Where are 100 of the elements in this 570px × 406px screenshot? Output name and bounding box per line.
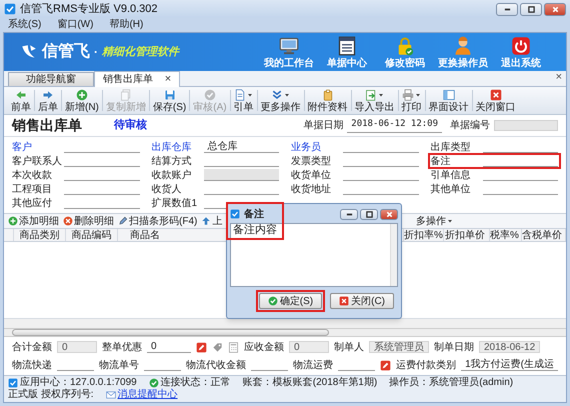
detail-toolbar-button[interactable]: 上 [201,214,222,228]
dialog-button[interactable]: 关闭(C) [330,293,394,309]
field-link[interactable]: 业务员 [291,140,343,154]
status-text: 连接状态：正常 [160,377,231,388]
document-icon [234,88,246,100]
mail-icon [106,390,116,400]
toolbar-button[interactable]: 保存(S) [150,87,190,114]
app-logo-icon [4,3,16,15]
input-field[interactable]: 0 [289,341,329,353]
app-logo-icon [230,209,240,219]
minimize-button[interactable] [496,2,518,16]
check-circle-icon [148,378,159,388]
close-tab-button[interactable]: × [164,74,172,85]
window-title: 信管飞RMS专业版 V9.0.302 [20,2,158,17]
date-field[interactable]: 2018-06-12 12:09 [347,118,442,133]
field-label: 引单信息 [430,168,472,182]
message-center-link[interactable]: 消息提醒中心 [118,389,178,401]
detail-toolbar-button[interactable]: 扫描条形码(F4) [118,214,198,228]
dialog-button[interactable]: 确定(S) [258,293,322,309]
input-field[interactable]: 0 [57,341,97,353]
tag-icon [212,342,223,352]
close-icon [386,210,392,218]
field-label: 单据编号 [450,118,490,133]
input-field[interactable]: 2018-06-12 [479,341,540,353]
column-header: 商品类别 [14,229,66,241]
detail-toolbar-button[interactable]: 删除明细 [63,214,114,228]
field-link[interactable]: 出库仓库 [152,140,204,154]
field-label: 应收金额 [244,340,284,354]
input-field[interactable]: 1我方付运费(生成运 [461,359,558,371]
close-icon [552,6,558,12]
input-field[interactable] [494,120,558,131]
power-icon [511,36,531,56]
menu-item[interactable]: 系统(S) [8,18,42,32]
pen-icon [118,216,128,226]
maximize-button[interactable] [360,208,378,220]
field-label: 收货人 [152,182,182,196]
toolbar-button[interactable]: 更多操作 [258,87,304,114]
toolbar-button[interactable]: 前单 [8,87,34,114]
input-field[interactable]: 总仓库 [204,141,279,153]
check-circle-icon [268,296,278,306]
close-button[interactable] [544,2,566,16]
field-label: 整单优惠 [102,340,142,354]
add-icon [76,88,88,100]
column-header: 含税单价 [522,229,566,241]
field-label: 备注 [430,154,452,168]
check-circle-icon [204,88,216,100]
minimize-button[interactable] [340,208,358,220]
field-label: 物流单号 [99,358,140,372]
menu-item[interactable]: 窗口(W) [57,18,94,32]
toolbar-button[interactable]: 关闭窗口 [472,87,519,114]
menu-item[interactable]: 帮助(H) [109,18,144,32]
toolbar-button[interactable]: 打印 [398,87,425,114]
status-text: 账套：模板账套(2018年第1期) [242,377,378,389]
toolbar-button[interactable]: 附件资料 [304,87,351,114]
dialog-title: 备注 [244,207,264,222]
toolbar-button[interactable]: 界面设计 [426,87,472,114]
input-field[interactable]: 0 [147,341,191,353]
calculator-icon [228,342,239,352]
left-arrow-icon [15,88,27,100]
more-actions-button[interactable]: 多操作 [416,214,454,228]
close-icon [490,88,502,100]
field-label: 物流代收金额 [186,358,246,372]
toolbar-button[interactable]: 后单 [35,87,61,114]
field-label: 单据日期 [303,118,344,133]
close-panel-button[interactable]: × [556,71,562,83]
column-header: 税率% [490,229,522,241]
input-field[interactable]: 系统管理员 [369,341,429,353]
toolbar-button[interactable]: 导入导出 [352,87,398,114]
field-link[interactable]: 客户 [12,140,64,154]
save-icon [164,88,176,100]
close-button[interactable] [380,208,398,220]
horizontal-scrollbar[interactable] [4,328,566,337]
field-label: 制单日期 [434,340,474,354]
field-label: 收货单位 [291,168,332,182]
import-icon [364,88,377,100]
toolbar-button[interactable]: 引单 [230,87,257,114]
maximize-button[interactable] [520,2,542,16]
monitor-icon [279,36,299,56]
field-label: 本次收款 [12,168,53,182]
caret-icon [446,217,454,225]
status-text: 应用中心：127.0.0.1:7099 [20,377,137,388]
field-label: 客户联系人 [12,154,63,168]
double-chevron-icon [270,88,283,100]
shortcut-button[interactable]: 单据中心 [318,34,376,70]
document-list-icon [337,36,357,56]
shortcut-button[interactable]: 修改密码 [376,34,434,70]
shortcut-button[interactable]: 更换操作员 [434,34,492,70]
maximize-icon [528,6,534,12]
field-label: 出库类型 [430,140,472,154]
toolbar-button[interactable]: 新增(N) [62,87,102,114]
field-label: 工程项目 [12,182,53,196]
field-label: 发票类型 [291,154,332,168]
text-area[interactable]: 备注内容 [230,223,398,287]
separator-dot: · [94,44,98,61]
form-title: 销售出库单 [12,116,82,135]
shortcut-button[interactable]: 我的工作台 [260,34,318,70]
field-label: 其他单位 [430,182,472,196]
tab[interactable]: 功能导航窗 [8,72,94,86]
tab[interactable]: 销售出库单 × [94,71,180,87]
detail-toolbar-button[interactable]: 添加明细 [8,214,59,228]
